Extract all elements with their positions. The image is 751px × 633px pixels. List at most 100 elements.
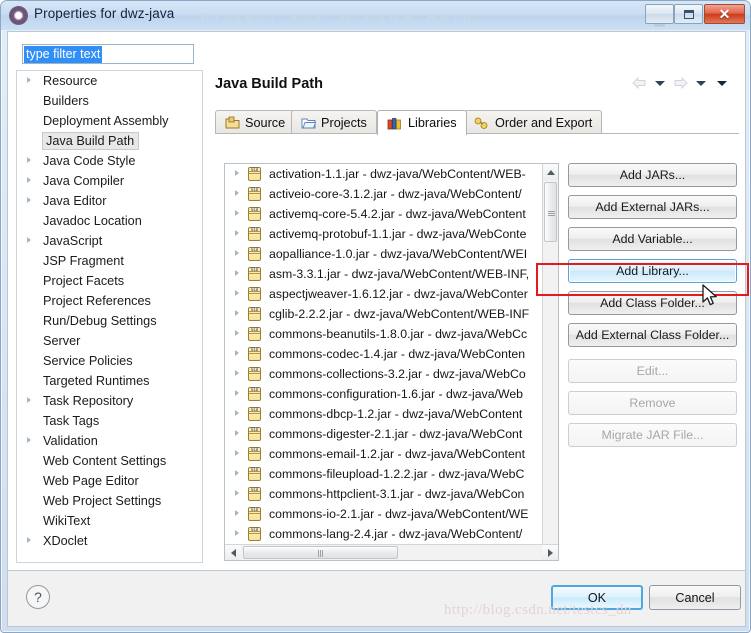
library-entry-row[interactable]: commons-lang-2.4.jar - dwz-java/WebConte… [225,524,558,544]
expand-arrow-icon[interactable] [27,237,31,243]
library-entry-row[interactable]: activemq-core-5.4.2.jar - dwz-java/WebCo… [225,204,558,224]
libraries-list-vertical-scrollbar[interactable] [542,164,558,560]
sidebar-item-wikitext[interactable]: WikiText [17,511,202,531]
library-entry-row[interactable]: commons-email-1.2.jar - dwz-java/WebCont… [225,444,558,464]
sidebar-item-javascript[interactable]: JavaScript [17,231,202,251]
filter-input[interactable]: type filter text [22,44,194,64]
close-button[interactable]: ✕ [704,4,745,24]
sidebar-item-java-build-path[interactable]: Java Build Path [17,131,202,151]
add-external-class-folder-button[interactable]: Add External Class Folder... [568,323,737,347]
back-arrow-icon[interactable] [631,76,648,90]
sidebar-item-server[interactable]: Server [17,331,202,351]
sidebar-item-service-policies[interactable]: Service Policies [17,351,202,371]
vertical-scrollbar-thumb[interactable] [544,182,557,242]
forward-history-chevron-down-icon[interactable] [696,81,706,86]
sidebar-item-project-references[interactable]: Project References [17,291,202,311]
expand-arrow-icon[interactable] [235,430,239,436]
expand-arrow-icon[interactable] [235,450,239,456]
expand-arrow-icon[interactable] [235,370,239,376]
expand-arrow-icon[interactable] [27,177,31,183]
forward-arrow-icon[interactable] [672,76,689,90]
library-entry-row[interactable]: commons-configuration-1.6.jar - dwz-java… [225,384,558,404]
expand-arrow-icon[interactable] [235,170,239,176]
library-entry-row[interactable]: commons-beanutils-1.8.0.jar - dwz-java/W… [225,324,558,344]
library-entry-row[interactable]: aopalliance-1.0.jar - dwz-java/WebConten… [225,244,558,264]
libraries-list[interactable]: activation-1.1.jar - dwz-java/WebContent… [224,163,559,561]
expand-arrow-icon[interactable] [235,250,239,256]
tab-source[interactable]: Source [215,110,295,134]
expand-arrow-icon[interactable] [27,437,31,443]
library-entry-row[interactable]: commons-fileupload-1.2.2.jar - dwz-java/… [225,464,558,484]
sidebar-item-targeted-runtimes[interactable]: Targeted Runtimes [17,371,202,391]
expand-arrow-icon[interactable] [27,157,31,163]
scroll-left-button[interactable] [225,545,241,560]
expand-arrow-icon[interactable] [235,290,239,296]
tab-projects[interactable]: Projects [291,110,377,134]
sidebar-item-resource[interactable]: Resource [17,71,202,91]
library-entry-row[interactable]: activation-1.1.jar - dwz-java/WebContent… [225,164,558,184]
expand-arrow-icon[interactable] [27,197,31,203]
maximize-button[interactable] [674,4,703,24]
sidebar-item-web-project-settings[interactable]: Web Project Settings [17,491,202,511]
add-library-button[interactable]: Add Library... [568,259,737,283]
add-jars-button[interactable]: Add JARs... [568,163,737,187]
sidebar-item-deployment-assembly[interactable]: Deployment Assembly [17,111,202,131]
sidebar-item-java-code-style[interactable]: Java Code Style [17,151,202,171]
sidebar-item-jsp-fragment[interactable]: JSP Fragment [17,251,202,271]
library-entry-row[interactable]: commons-httpclient-3.1.jar - dwz-java/We… [225,484,558,504]
sidebar-item-web-page-editor[interactable]: Web Page Editor [17,471,202,491]
expand-arrow-icon[interactable] [235,490,239,496]
back-history-chevron-down-icon[interactable] [655,81,665,86]
settings-tree[interactable]: ResourceBuilders Deployment Assembly Java … [16,70,203,563]
sidebar-item-task-tags[interactable]: Task Tags [17,411,202,431]
sidebar-item-project-facets[interactable]: Project Facets [17,271,202,291]
expand-arrow-icon[interactable] [27,77,31,83]
scroll-up-button[interactable] [543,164,558,180]
expand-arrow-icon[interactable] [235,270,239,276]
tab-libraries[interactable]: Libraries [377,110,467,135]
expand-arrow-icon[interactable] [235,230,239,236]
library-entry-row[interactable]: cglib-2.2.2.jar - dwz-java/WebContent/WE… [225,304,558,324]
expand-arrow-icon[interactable] [27,537,31,543]
expand-arrow-icon[interactable] [235,410,239,416]
expand-arrow-icon[interactable] [235,530,239,536]
cancel-button[interactable]: Cancel [649,585,741,610]
sidebar-item-java-editor[interactable]: Java Editor [17,191,202,211]
library-entry-row[interactable]: commons-codec-1.4.jar - dwz-java/WebCont… [225,344,558,364]
library-entry-row[interactable]: commons-io-2.1.jar - dwz-java/WebContent… [225,504,558,524]
library-entry-row[interactable]: aspectjweaver-1.6.12.jar - dwz-java/WebC… [225,284,558,304]
expand-arrow-icon[interactable] [235,210,239,216]
library-entry-row[interactable]: commons-digester-2.1.jar - dwz-java/WebC… [225,424,558,444]
sidebar-item-builders[interactable]: Builders [17,91,202,111]
expand-arrow-icon[interactable] [235,470,239,476]
libraries-list-horizontal-scrollbar[interactable] [225,544,558,560]
sidebar-item-task-repository[interactable]: Task Repository [17,391,202,411]
expand-arrow-icon[interactable] [235,330,239,336]
help-question-icon[interactable]: ? [26,585,50,609]
expand-arrow-icon[interactable] [235,510,239,516]
expand-arrow-icon[interactable] [235,390,239,396]
sidebar-item-xdoclet[interactable]: XDoclet [17,531,202,551]
sidebar-item-run-debug-settings[interactable]: Run/Debug Settings [17,311,202,331]
library-entry-row[interactable]: commons-collections-3.2.jar - dwz-java/W… [225,364,558,384]
add-variable-button[interactable]: Add Variable... [568,227,737,251]
tab-order-and-export[interactable]: Order and Export [464,110,602,134]
library-entry-row[interactable]: commons-dbcp-1.2.jar - dwz-java/WebConte… [225,404,558,424]
add-external-jars-button[interactable]: Add External JARs... [568,195,737,219]
sidebar-item-web-content-settings[interactable]: Web Content Settings [17,451,202,471]
minimize-button[interactable]: ▁ [645,4,674,24]
sidebar-item-java-compiler[interactable]: Java Compiler [17,171,202,191]
scroll-right-button[interactable] [542,545,558,560]
library-entry-row[interactable]: activemq-protobuf-1.1.jar - dwz-java/Web… [225,224,558,244]
sidebar-item-label: Deployment Assembly [43,114,169,128]
sidebar-item-validation[interactable]: Validation [17,431,202,451]
sidebar-item-javadoc-location[interactable]: Javadoc Location [17,211,202,231]
expand-arrow-icon[interactable] [235,190,239,196]
horizontal-scrollbar-thumb[interactable] [243,546,398,559]
expand-arrow-icon[interactable] [235,350,239,356]
page-menu-chevron-down-icon[interactable] [717,81,727,86]
expand-arrow-icon[interactable] [27,397,31,403]
expand-arrow-icon[interactable] [235,310,239,316]
library-entry-row[interactable]: asm-3.3.1.jar - dwz-java/WebContent/WEB-… [225,264,558,284]
library-entry-row[interactable]: activeio-core-3.1.2.jar - dwz-java/WebCo… [225,184,558,204]
